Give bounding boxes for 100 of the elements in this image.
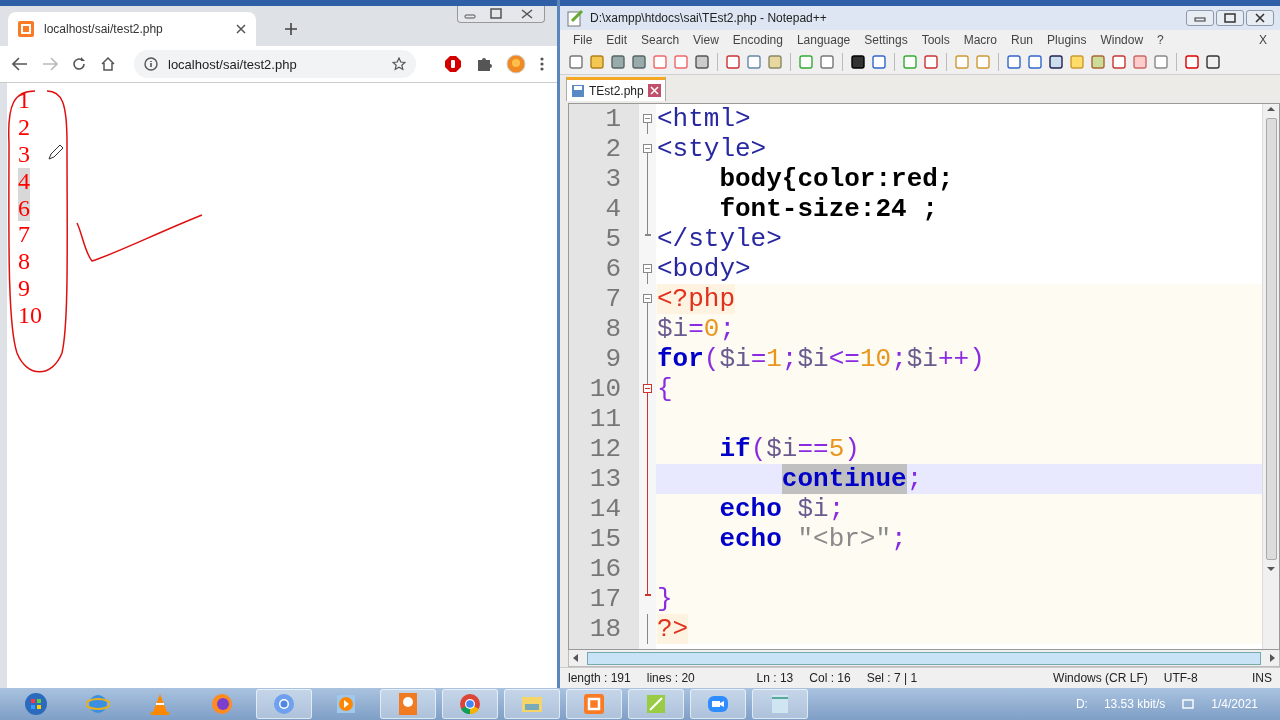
code-line: font-size:24 ; bbox=[718, 194, 938, 224]
menu-item[interactable]: Plugins bbox=[1040, 33, 1094, 47]
menu-icon[interactable] bbox=[540, 56, 544, 72]
code-line: { bbox=[656, 374, 673, 404]
star-icon[interactable] bbox=[392, 57, 406, 71]
status-text: Col : 16 bbox=[808, 671, 852, 685]
fold-marker-icon[interactable] bbox=[643, 384, 652, 393]
line-number: 9 bbox=[604, 344, 622, 374]
code-line: <html> bbox=[656, 104, 751, 134]
line-number: 1 bbox=[604, 104, 622, 134]
page-text: 10 bbox=[18, 302, 42, 329]
page-text: 9 bbox=[18, 275, 30, 303]
code-line: echo "<br>"; bbox=[718, 524, 907, 554]
menu-item[interactable]: Macro bbox=[956, 33, 1004, 47]
line-number: 10 bbox=[588, 374, 622, 404]
close-icon[interactable] bbox=[1246, 10, 1274, 26]
clock-date: 1/4/2021 bbox=[1211, 697, 1258, 711]
line-number: 17 bbox=[588, 584, 622, 614]
menu-item[interactable]: Language bbox=[789, 33, 858, 47]
minimize-icon[interactable] bbox=[1186, 10, 1214, 26]
code-line: body{color:red; bbox=[718, 164, 954, 194]
reload-icon[interactable] bbox=[72, 57, 86, 71]
status-text: Sel : 7 | 1 bbox=[865, 671, 919, 685]
xampp-icon[interactable] bbox=[582, 692, 606, 716]
code-line: <style> bbox=[656, 134, 767, 164]
menu-item[interactable]: Search bbox=[634, 33, 687, 47]
line-number: 2 bbox=[604, 134, 622, 164]
line-number: 18 bbox=[588, 614, 622, 644]
start-orb-icon[interactable] bbox=[24, 692, 48, 716]
profile-icon[interactable] bbox=[506, 54, 526, 74]
page-text: 3 bbox=[18, 140, 30, 168]
line-number: 11 bbox=[588, 404, 622, 434]
status-text: length : 191 bbox=[567, 671, 632, 685]
notepad-icon bbox=[566, 9, 584, 27]
document-tab[interactable]: TEst2.php bbox=[566, 77, 666, 101]
stop-hand-icon[interactable] bbox=[444, 55, 462, 73]
media-player-icon[interactable] bbox=[334, 692, 358, 716]
address-bar[interactable]: localhost/sai/test2.php bbox=[134, 50, 416, 78]
fold-marker-icon[interactable] bbox=[643, 114, 652, 123]
code-line: for($i=1;$i<=10;$i++) bbox=[656, 344, 985, 374]
line-number: 6 bbox=[604, 254, 622, 284]
puzzle-icon[interactable] bbox=[476, 56, 492, 72]
forward-icon[interactable] bbox=[42, 57, 58, 71]
line-number: 3 bbox=[604, 164, 622, 194]
menu-item[interactable]: Settings bbox=[857, 33, 915, 47]
code-line: if($i==5) bbox=[718, 434, 860, 464]
close-icon[interactable] bbox=[236, 24, 246, 34]
status-text: Windows (CR LF) bbox=[1052, 671, 1149, 685]
line-number: 15 bbox=[588, 524, 622, 554]
status-text: UTF-8 bbox=[1162, 671, 1199, 685]
line-number: 4 bbox=[604, 194, 622, 224]
scrollbar-thumb[interactable] bbox=[587, 651, 1261, 665]
page-text: 1 bbox=[18, 87, 30, 114]
close-icon[interactable] bbox=[647, 84, 661, 97]
menu-item[interactable]: Run bbox=[1004, 33, 1041, 47]
line-number: 7 bbox=[604, 284, 622, 314]
notepad-icon[interactable] bbox=[644, 692, 668, 716]
new-tab-icon[interactable] bbox=[284, 22, 298, 36]
menu-item[interactable]: View bbox=[686, 33, 726, 47]
back-icon[interactable] bbox=[12, 57, 28, 71]
code-line: <body> bbox=[656, 254, 751, 284]
pencil-cursor-icon bbox=[47, 143, 65, 161]
line-number: 16 bbox=[588, 554, 622, 584]
fold-marker-icon[interactable] bbox=[643, 294, 652, 303]
page-text: 6 bbox=[18, 194, 30, 222]
line-number: 13 bbox=[588, 464, 622, 494]
status-text: lines : 20 bbox=[645, 671, 696, 685]
fold-marker-icon[interactable] bbox=[643, 264, 652, 273]
close-document-button[interactable]: X bbox=[1252, 33, 1274, 47]
window-title: D:\xampp\htdocs\sai\TEst2.php - Notepad++ bbox=[590, 11, 828, 25]
code-line: } bbox=[656, 584, 673, 614]
home-icon[interactable] bbox=[100, 56, 116, 72]
maximize-icon[interactable] bbox=[1216, 10, 1244, 26]
chromium-icon[interactable] bbox=[272, 692, 296, 716]
network-speed: 13.53 kbit/s bbox=[1103, 697, 1166, 711]
xampp-icon bbox=[18, 21, 34, 37]
tray-icon[interactable] bbox=[1181, 697, 1196, 711]
menu-item[interactable]: Tools bbox=[914, 33, 957, 47]
code-line: $i=0; bbox=[656, 314, 736, 344]
menu-item[interactable]: Window bbox=[1093, 33, 1151, 47]
menu-item[interactable]: File bbox=[566, 33, 600, 47]
line-number: 5 bbox=[604, 224, 622, 254]
code-line: echo $i; bbox=[718, 494, 845, 524]
browser-tab[interactable]: localhost/sai/test2.php bbox=[8, 12, 256, 46]
menu-item[interactable]: ? bbox=[1150, 33, 1171, 47]
page-text: 7 bbox=[18, 221, 30, 249]
line-number: 12 bbox=[588, 434, 622, 464]
scrollbar-thumb[interactable] bbox=[1265, 118, 1277, 560]
traffic-cone-icon[interactable] bbox=[148, 692, 172, 716]
scroll-down-icon[interactable] bbox=[1266, 564, 1276, 574]
line-number: 8 bbox=[604, 314, 622, 344]
menu-item[interactable]: Edit bbox=[599, 33, 635, 47]
fold-marker-icon[interactable] bbox=[643, 144, 652, 153]
line-number: 14 bbox=[588, 494, 622, 524]
code-line: </style> bbox=[656, 224, 782, 254]
menu-item[interactable]: Encoding bbox=[725, 33, 790, 47]
status-text: Ln : 13 bbox=[755, 671, 795, 685]
scroll-up-icon[interactable] bbox=[1266, 104, 1276, 114]
page-text: 8 bbox=[18, 248, 30, 276]
chrome-icon[interactable] bbox=[458, 692, 482, 716]
